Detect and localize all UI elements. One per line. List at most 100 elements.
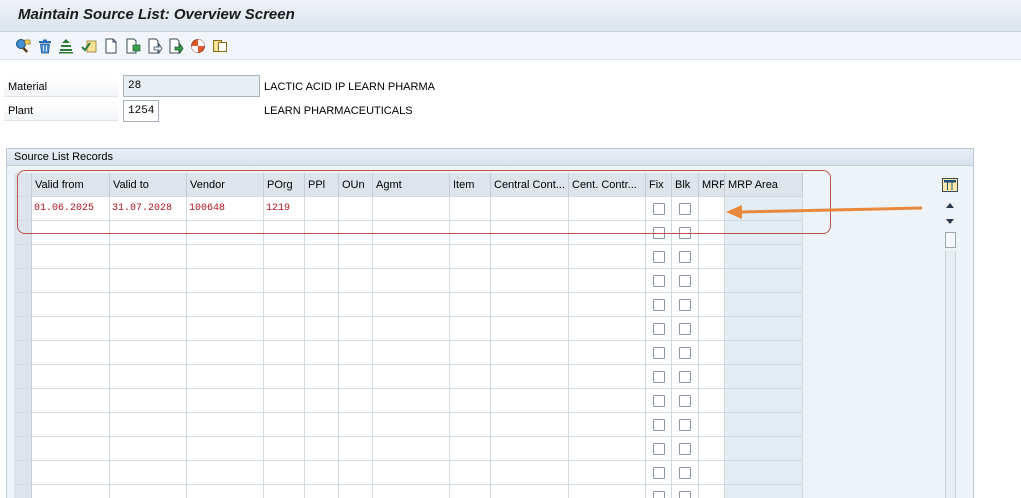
valid-from-cell[interactable]	[32, 365, 110, 389]
mrp-area-cell[interactable]	[725, 365, 803, 389]
item-cell[interactable]	[450, 461, 491, 485]
central-cont-cell[interactable]	[491, 293, 569, 317]
agmt-cell[interactable]	[373, 341, 450, 365]
ppl-cell[interactable]	[305, 485, 339, 498]
cent-contr-cell[interactable]	[569, 317, 646, 341]
mrp-area-cell[interactable]	[725, 245, 803, 269]
new-entry-icon[interactable]	[102, 37, 119, 54]
row-selector[interactable]	[14, 245, 32, 269]
copy-icon[interactable]	[124, 37, 141, 54]
item-cell[interactable]	[450, 365, 491, 389]
mrp-area-cell[interactable]	[725, 413, 803, 437]
agmt-cell[interactable]	[373, 269, 450, 293]
cent-contr-cell[interactable]	[569, 293, 646, 317]
agmt-cell[interactable]	[373, 413, 450, 437]
blk-checkbox[interactable]	[679, 275, 691, 287]
oun-cell[interactable]	[339, 365, 373, 389]
cent-contr-cell[interactable]	[569, 245, 646, 269]
ppl-cell[interactable]	[305, 317, 339, 341]
valid-from-cell[interactable]	[32, 341, 110, 365]
central-cont-cell[interactable]	[491, 437, 569, 461]
mrp-cell[interactable]	[699, 485, 725, 498]
export-icon[interactable]	[167, 37, 184, 54]
row-selector[interactable]	[14, 341, 32, 365]
mrp-cell[interactable]	[699, 269, 725, 293]
vendor-cell[interactable]	[187, 245, 264, 269]
porg-cell[interactable]	[264, 317, 305, 341]
valid-to-cell[interactable]	[110, 413, 187, 437]
porg-cell[interactable]	[264, 389, 305, 413]
import-icon[interactable]	[146, 37, 163, 54]
analysis-icon[interactable]	[189, 37, 206, 54]
valid-to-cell[interactable]	[110, 485, 187, 498]
mrp-cell[interactable]	[699, 389, 725, 413]
vendor-cell[interactable]	[187, 413, 264, 437]
vendor-cell[interactable]	[187, 389, 264, 413]
plant-field[interactable]: 1254	[123, 100, 159, 122]
oun-cell[interactable]	[339, 341, 373, 365]
check-icon[interactable]	[80, 37, 97, 54]
mrp-area-cell[interactable]	[725, 461, 803, 485]
valid-to-cell[interactable]	[110, 461, 187, 485]
display-change-icon[interactable]	[14, 37, 31, 54]
oun-cell[interactable]	[339, 293, 373, 317]
porg-cell[interactable]	[264, 365, 305, 389]
porg-cell[interactable]	[264, 269, 305, 293]
mrp-cell[interactable]	[699, 317, 725, 341]
vendor-cell[interactable]	[187, 341, 264, 365]
generate-icon[interactable]	[57, 37, 74, 54]
oun-cell[interactable]	[339, 317, 373, 341]
select-icon[interactable]	[211, 37, 228, 54]
blk-checkbox[interactable]	[679, 371, 691, 383]
blk-checkbox[interactable]	[679, 323, 691, 335]
item-cell[interactable]	[450, 293, 491, 317]
fix-checkbox[interactable]	[653, 395, 665, 407]
valid-from-cell[interactable]	[32, 245, 110, 269]
mrp-area-cell[interactable]	[725, 437, 803, 461]
ppl-cell[interactable]	[305, 245, 339, 269]
cent-contr-cell[interactable]	[569, 437, 646, 461]
mrp-cell[interactable]	[699, 341, 725, 365]
valid-to-cell[interactable]	[110, 389, 187, 413]
agmt-cell[interactable]	[373, 461, 450, 485]
fix-checkbox[interactable]	[653, 347, 665, 359]
oun-cell[interactable]	[339, 413, 373, 437]
porg-cell[interactable]	[264, 341, 305, 365]
valid-from-cell[interactable]	[32, 269, 110, 293]
valid-from-cell[interactable]	[32, 317, 110, 341]
vertical-scrollbar[interactable]	[942, 197, 960, 498]
mrp-cell[interactable]	[699, 413, 725, 437]
fix-checkbox[interactable]	[653, 371, 665, 383]
valid-from-cell[interactable]	[32, 293, 110, 317]
vendor-cell[interactable]	[187, 461, 264, 485]
porg-cell[interactable]	[264, 413, 305, 437]
central-cont-cell[interactable]	[491, 341, 569, 365]
row-selector[interactable]	[14, 293, 32, 317]
delete-icon[interactable]	[36, 37, 53, 54]
ppl-cell[interactable]	[305, 365, 339, 389]
mrp-area-cell[interactable]	[725, 317, 803, 341]
row-selector[interactable]	[14, 269, 32, 293]
central-cont-cell[interactable]	[491, 245, 569, 269]
porg-cell[interactable]	[264, 437, 305, 461]
agmt-cell[interactable]	[373, 317, 450, 341]
vendor-cell[interactable]	[187, 269, 264, 293]
blk-checkbox[interactable]	[679, 347, 691, 359]
fix-checkbox[interactable]	[653, 443, 665, 455]
row-selector[interactable]	[14, 437, 32, 461]
agmt-cell[interactable]	[373, 389, 450, 413]
mrp-area-cell[interactable]	[725, 341, 803, 365]
valid-to-cell[interactable]	[110, 317, 187, 341]
mrp-cell[interactable]	[699, 437, 725, 461]
agmt-cell[interactable]	[373, 365, 450, 389]
oun-cell[interactable]	[339, 461, 373, 485]
mrp-cell[interactable]	[699, 461, 725, 485]
valid-from-cell[interactable]	[32, 413, 110, 437]
valid-from-cell[interactable]	[32, 461, 110, 485]
row-selector[interactable]	[14, 365, 32, 389]
cent-contr-cell[interactable]	[569, 485, 646, 498]
valid-from-cell[interactable]	[32, 389, 110, 413]
ppl-cell[interactable]	[305, 437, 339, 461]
table-settings-icon[interactable]	[942, 178, 958, 192]
cent-contr-cell[interactable]	[569, 269, 646, 293]
